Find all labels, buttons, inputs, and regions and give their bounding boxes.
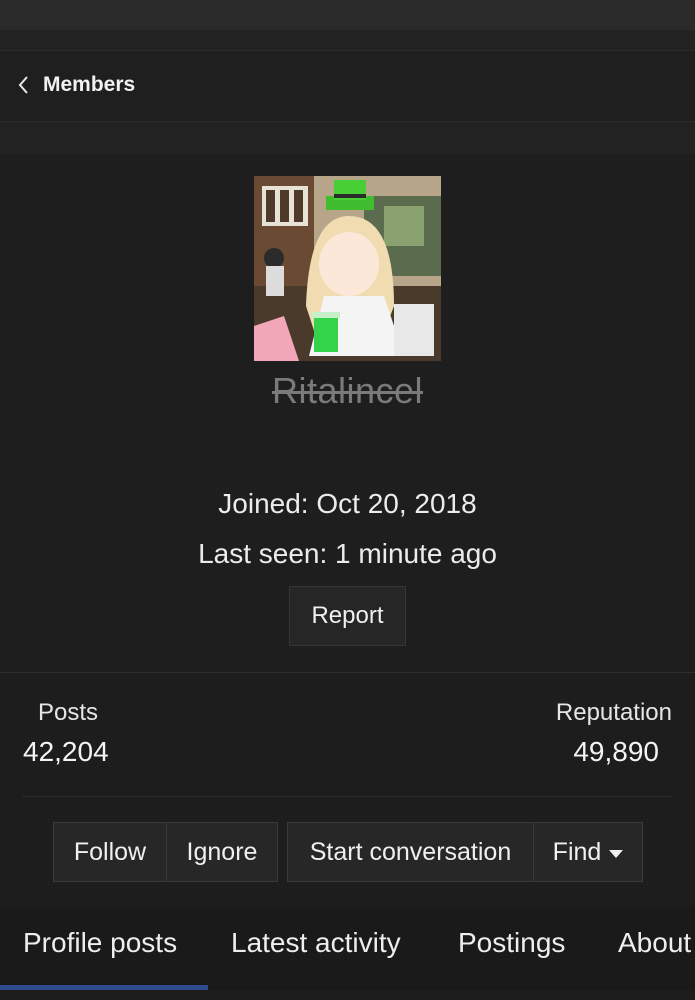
- tab-latest-activity[interactable]: Latest activity: [231, 927, 401, 959]
- spacer: [0, 122, 695, 154]
- posts-label: Posts: [38, 699, 99, 726]
- report-button[interactable]: Report: [289, 586, 406, 646]
- spacer: [0, 30, 695, 50]
- tab-about[interactable]: About: [618, 927, 691, 959]
- tabs-bottom-bar: [0, 990, 695, 1000]
- back-to-members-link[interactable]: Members: [43, 73, 135, 97]
- reputation-count: 49,890: [573, 736, 659, 767]
- joined-date: Joined: Oct 20, 2018: [218, 488, 477, 519]
- follow-button[interactable]: Follow: [53, 822, 167, 882]
- tab-postings[interactable]: Postings: [458, 927, 565, 959]
- find-label: Find: [552, 837, 602, 866]
- avatar[interactable]: [254, 176, 441, 361]
- divider: [22, 796, 672, 797]
- profile-header: Ritalincel Joined: Oct 20, 2018 Last see…: [0, 154, 695, 672]
- profile-tabs: Profile posts Latest activity Postings A…: [0, 907, 695, 1000]
- top-bar: [0, 0, 695, 30]
- ignore-button[interactable]: Ignore: [166, 822, 278, 882]
- start-conversation-button[interactable]: Start conversation: [287, 822, 534, 882]
- active-tab-indicator: [0, 985, 208, 990]
- last-seen: Last seen: 1 minute ago: [198, 538, 497, 569]
- chevron-left-icon[interactable]: [17, 75, 31, 95]
- breadcrumb: Members: [0, 50, 695, 122]
- caret-down-icon: [609, 849, 624, 858]
- tab-profile-posts[interactable]: Profile posts: [23, 927, 177, 959]
- username: Ritalincel: [271, 370, 424, 411]
- find-menu-button[interactable]: Find: [533, 822, 643, 882]
- profile-stats: Posts 42,204 Reputation 49,890 Follow Ig…: [0, 673, 695, 907]
- reputation-label: Reputation: [555, 699, 672, 726]
- posts-count[interactable]: 42,204: [23, 736, 109, 768]
